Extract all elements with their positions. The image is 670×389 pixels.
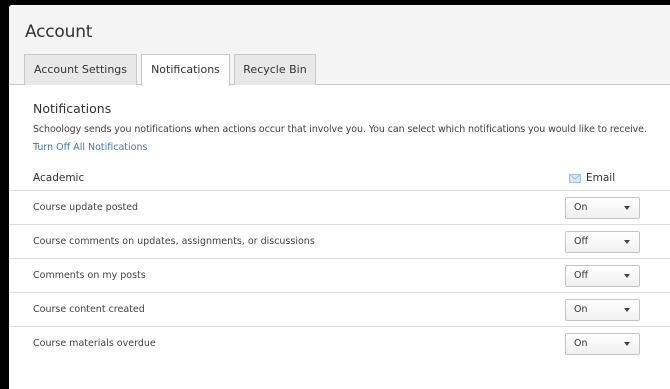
email-setting-select[interactable]: On — [565, 333, 640, 355]
email-setting-select[interactable]: Off — [565, 231, 640, 253]
email-setting-select[interactable]: On — [565, 197, 640, 219]
chevron-down-icon — [624, 240, 630, 244]
select-value: On — [574, 304, 588, 315]
page-title: Account — [25, 22, 93, 42]
table-row: Course update posted On — [9, 190, 670, 224]
table-row: Course materials overdue On — [9, 326, 670, 360]
email-column-header: Email — [569, 172, 615, 184]
row-label: Comments on my posts — [33, 270, 146, 281]
email-setting-select[interactable]: Off — [565, 265, 640, 287]
row-label: Course comments on updates, assignments,… — [33, 236, 315, 247]
chevron-down-icon — [624, 308, 630, 312]
table-row: Course content created On — [9, 292, 670, 326]
select-value: Off — [574, 270, 589, 281]
section-title: Notifications — [33, 101, 112, 116]
table-row: Comments on my posts Off — [9, 258, 670, 292]
chevron-down-icon — [624, 342, 630, 346]
chevron-down-icon — [624, 206, 630, 210]
mail-icon — [569, 173, 581, 183]
chevron-down-icon — [624, 274, 630, 278]
account-page: Account Account Settings Notifications R… — [9, 5, 670, 389]
tab-recycle-bin[interactable]: Recycle Bin — [234, 54, 316, 85]
select-value: Off — [574, 236, 589, 247]
select-value: On — [574, 202, 588, 213]
email-setting-select[interactable]: On — [565, 299, 640, 321]
section-description: Schoology sends you notifications when a… — [33, 124, 647, 135]
tab-notifications[interactable]: Notifications — [141, 54, 230, 86]
table-row: Course comments on updates, assignments,… — [9, 224, 670, 258]
row-label: Course content created — [33, 304, 145, 315]
email-label: Email — [586, 172, 616, 184]
turn-off-all-notifications-link[interactable]: Turn Off All Notifications — [33, 142, 147, 153]
row-label: Course materials overdue — [33, 338, 156, 349]
account-header: Account Account Settings Notifications R… — [9, 5, 670, 86]
category-header: Academic — [33, 172, 85, 184]
tab-account-settings[interactable]: Account Settings — [24, 54, 137, 85]
row-label: Course update posted — [33, 202, 139, 213]
select-value: On — [574, 338, 588, 349]
